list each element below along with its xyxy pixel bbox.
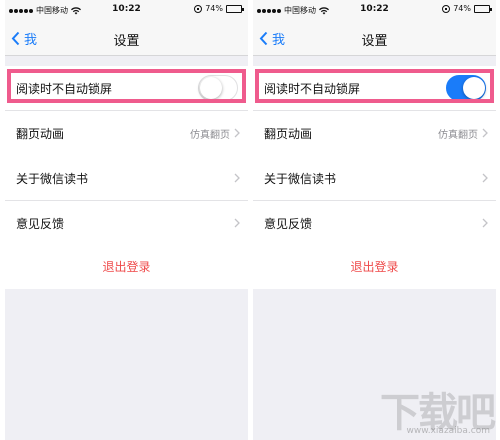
- battery-icon: [474, 4, 492, 13]
- reading-settings-group: 阅读时不自动锁屏 翻页动画 仿真翻页: [253, 66, 496, 156]
- orientation-lock-icon: [442, 4, 451, 13]
- no-autolock-label: 阅读时不自动锁屏: [16, 81, 113, 96]
- about-label: 关于微信读书: [16, 171, 89, 186]
- reading-settings-group: 阅读时不自动锁屏 翻页动画 仿真翻页: [5, 66, 248, 156]
- logout-button[interactable]: 退出登录: [253, 243, 496, 289]
- chevron-right-icon: [234, 218, 240, 228]
- feedback-row[interactable]: 意见反馈: [5, 201, 248, 246]
- no-autolock-row[interactable]: 阅读时不自动锁屏: [253, 66, 496, 111]
- chevron-right-icon: [482, 173, 488, 183]
- toggle-knob: [200, 77, 222, 99]
- no-autolock-toggle[interactable]: [446, 75, 486, 101]
- battery-icon: [226, 4, 244, 13]
- chevron-right-icon: [234, 128, 240, 138]
- page-title: 设置: [361, 34, 388, 49]
- page-animation-value: 仿真翻页: [438, 130, 478, 141]
- navigation-bar: 我 设置: [5, 20, 248, 56]
- feedback-row[interactable]: 意见反馈: [253, 201, 496, 246]
- page-title: 设置: [113, 34, 140, 49]
- battery-percent: 74%: [205, 4, 223, 13]
- page-animation-row[interactable]: 翻页动画 仿真翻页: [253, 111, 496, 156]
- navigation-bar: 我 设置: [253, 20, 496, 56]
- about-row[interactable]: 关于微信读书: [253, 156, 496, 201]
- info-group: 关于微信读书 意见反馈: [253, 156, 496, 246]
- chevron-right-icon: [482, 218, 488, 228]
- page-animation-value: 仿真翻页: [190, 130, 230, 141]
- page-animation-row[interactable]: 翻页动画 仿真翻页: [5, 111, 248, 156]
- no-autolock-label: 阅读时不自动锁屏: [264, 81, 361, 96]
- page-animation-label: 翻页动画: [264, 127, 313, 141]
- toggle-knob: [463, 77, 485, 99]
- status-bar: 中国移动 10:22 74%: [253, 0, 496, 20]
- page-animation-label: 翻页动画: [16, 127, 65, 141]
- battery-percent: 74%: [453, 4, 471, 13]
- orientation-lock-icon: [194, 4, 203, 13]
- status-bar: 中国移动 10:22 74%: [5, 0, 248, 20]
- feedback-label: 意见反馈: [264, 217, 313, 231]
- logout-button[interactable]: 退出登录: [5, 243, 248, 289]
- chevron-right-icon: [234, 173, 240, 183]
- no-autolock-toggle[interactable]: [198, 75, 238, 101]
- phone-screen-before: 中国移动 10:22 74% 我 设置 阅读时不自动锁屏 翻页动画 仿真翻页 关: [5, 0, 248, 440]
- about-row[interactable]: 关于微信读书: [5, 156, 248, 201]
- feedback-label: 意见反馈: [16, 217, 65, 231]
- chevron-right-icon: [482, 128, 488, 138]
- phone-screen-after: 中国移动 10:22 74% 我 设置 阅读时不自动锁屏 翻页动画 仿真翻页 关: [253, 0, 496, 440]
- no-autolock-row[interactable]: 阅读时不自动锁屏: [5, 66, 248, 111]
- info-group: 关于微信读书 意见反馈: [5, 156, 248, 246]
- about-label: 关于微信读书: [264, 171, 337, 186]
